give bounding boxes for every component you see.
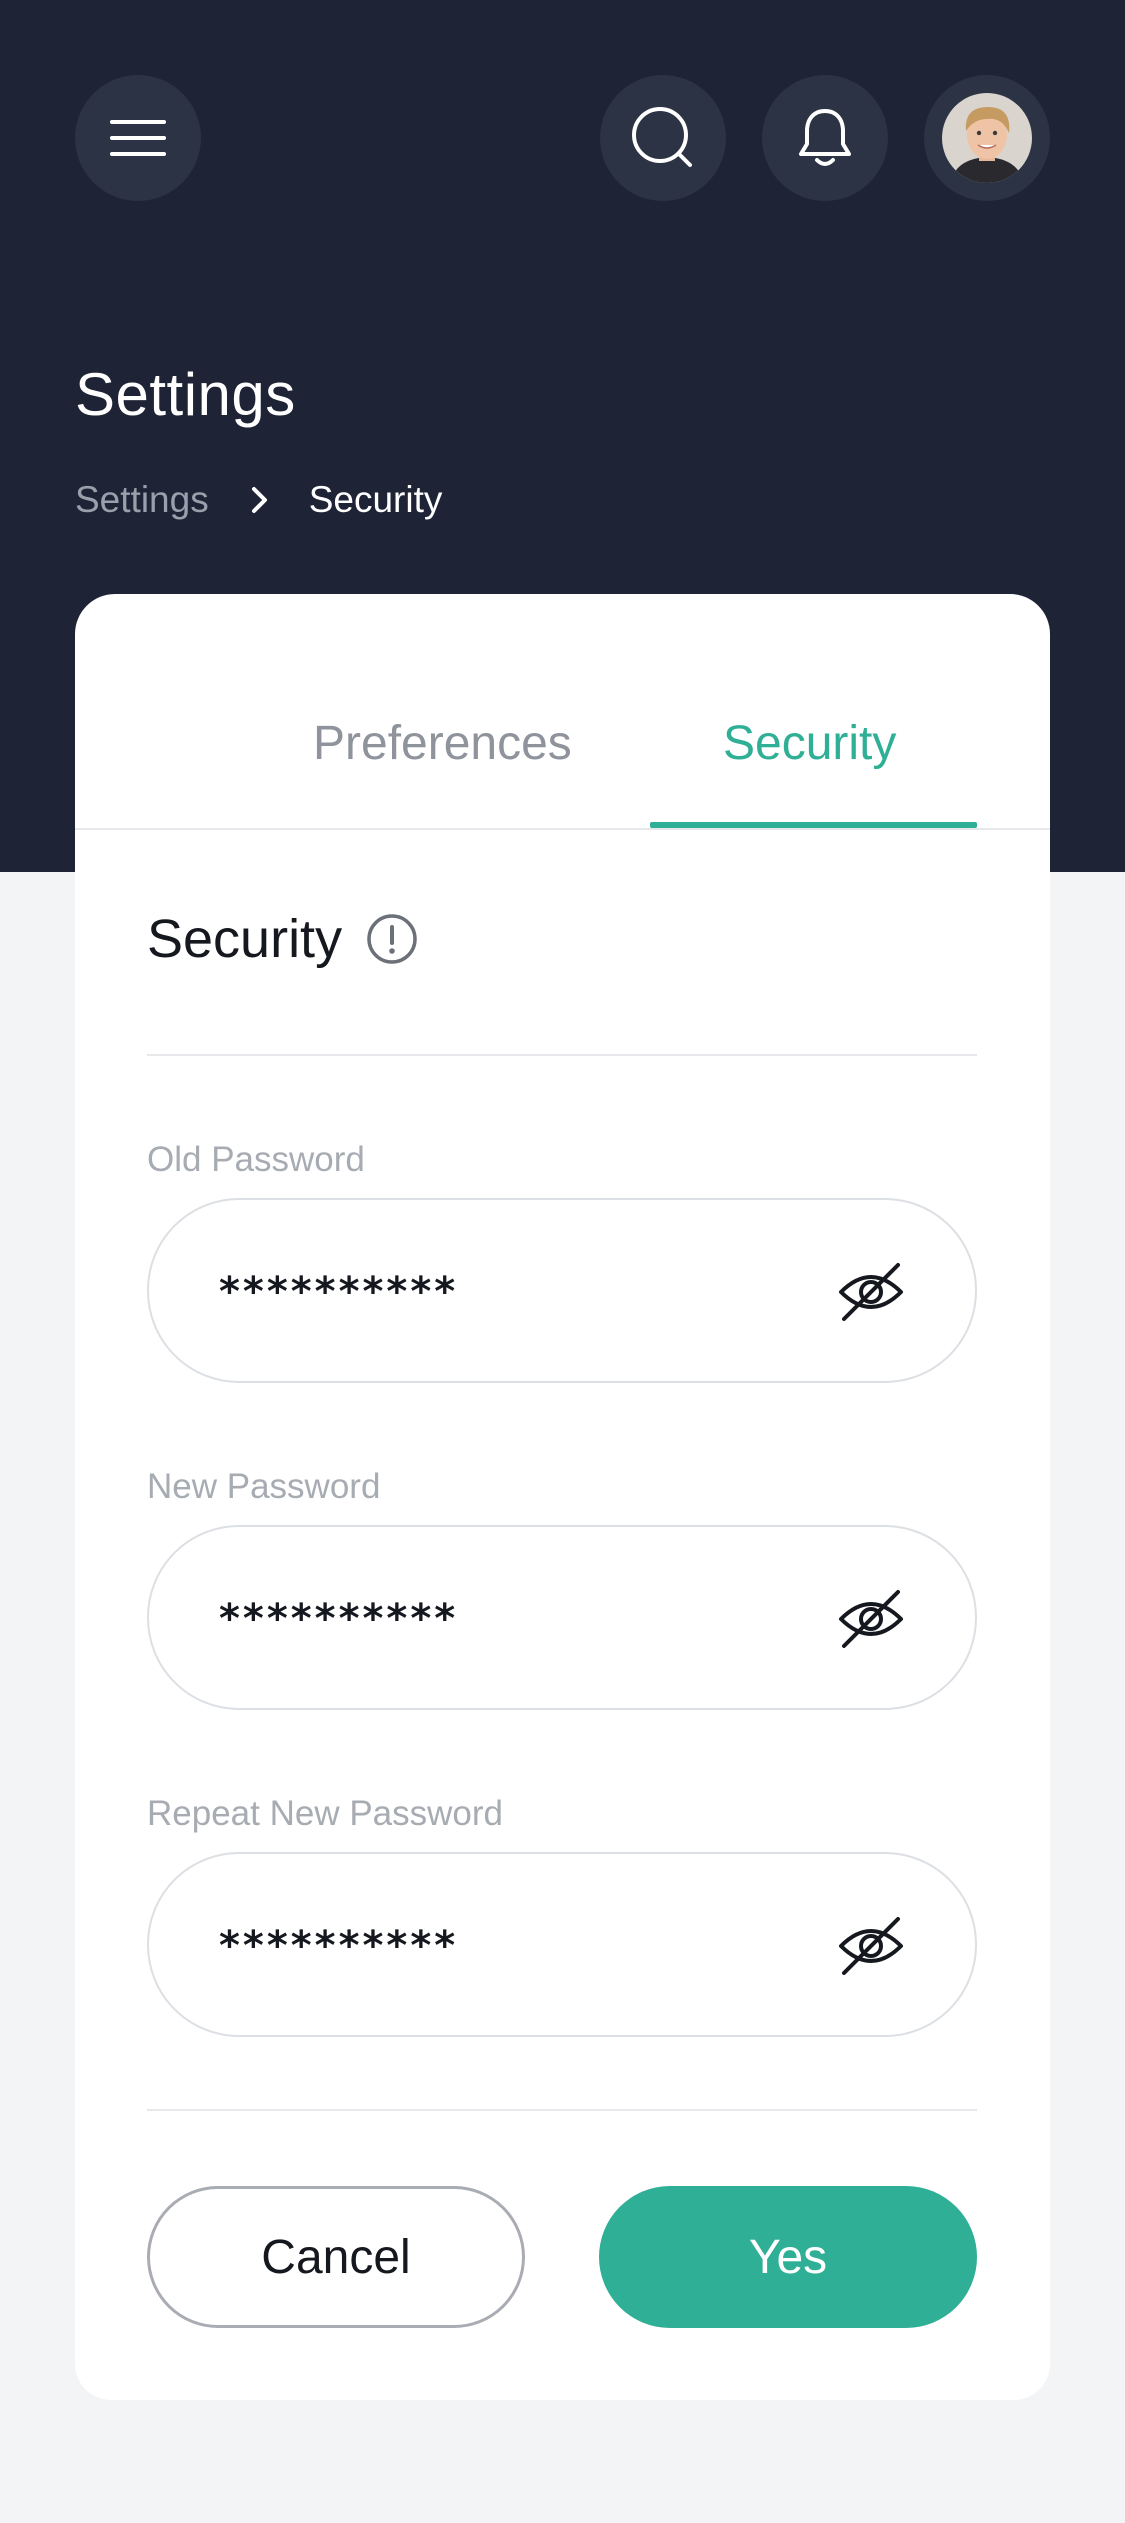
old-password-value[interactable]: **********	[219, 1262, 458, 1322]
search-button[interactable]	[600, 75, 726, 201]
new-password-label: New Password	[147, 1467, 381, 1506]
info-icon[interactable]	[366, 913, 418, 965]
breadcrumb-security: Security	[308, 479, 443, 520]
repeat-password-value[interactable]: **********	[219, 1916, 458, 1976]
tab-security[interactable]: Security	[723, 714, 896, 774]
cancel-button[interactable]: Cancel	[147, 2186, 525, 2328]
section-title: Security	[147, 909, 343, 969]
eye-off-icon[interactable]	[835, 1256, 907, 1328]
breadcrumb: Settings Security	[75, 470, 442, 530]
eye-off-icon[interactable]	[835, 1583, 907, 1655]
bell-icon	[799, 109, 851, 166]
avatar-image	[942, 93, 1032, 183]
chevron-right-icon	[251, 486, 269, 514]
active-tab-indicator	[650, 822, 977, 828]
user-avatar[interactable]	[924, 75, 1050, 201]
section-divider	[147, 1054, 977, 1056]
eye-off-icon[interactable]	[835, 1910, 907, 1982]
repeat-password-field[interactable]: **********	[147, 1852, 977, 2037]
confirm-button[interactable]: Yes	[599, 2186, 977, 2328]
new-password-value[interactable]: **********	[219, 1589, 458, 1649]
page-title: Settings	[75, 361, 296, 428]
old-password-field[interactable]: **********	[147, 1198, 977, 1383]
repeat-password-label: Repeat New Password	[147, 1794, 503, 1833]
section-header: Security	[147, 904, 418, 974]
settings-card: tion Preferences Security Security Old P…	[75, 594, 1050, 2400]
search-icon	[632, 107, 692, 167]
actions-divider	[147, 2109, 977, 2111]
new-password-field[interactable]: **********	[147, 1525, 977, 1710]
hamburger-menu-icon	[110, 120, 166, 156]
menu-button[interactable]	[75, 75, 201, 201]
tab-preferences[interactable]: Preferences	[313, 714, 572, 774]
breadcrumb-settings[interactable]: Settings	[75, 479, 209, 521]
settings-tabs: tion Preferences Security	[75, 594, 1050, 830]
notifications-button[interactable]	[762, 75, 888, 201]
old-password-label: Old Password	[147, 1140, 365, 1179]
